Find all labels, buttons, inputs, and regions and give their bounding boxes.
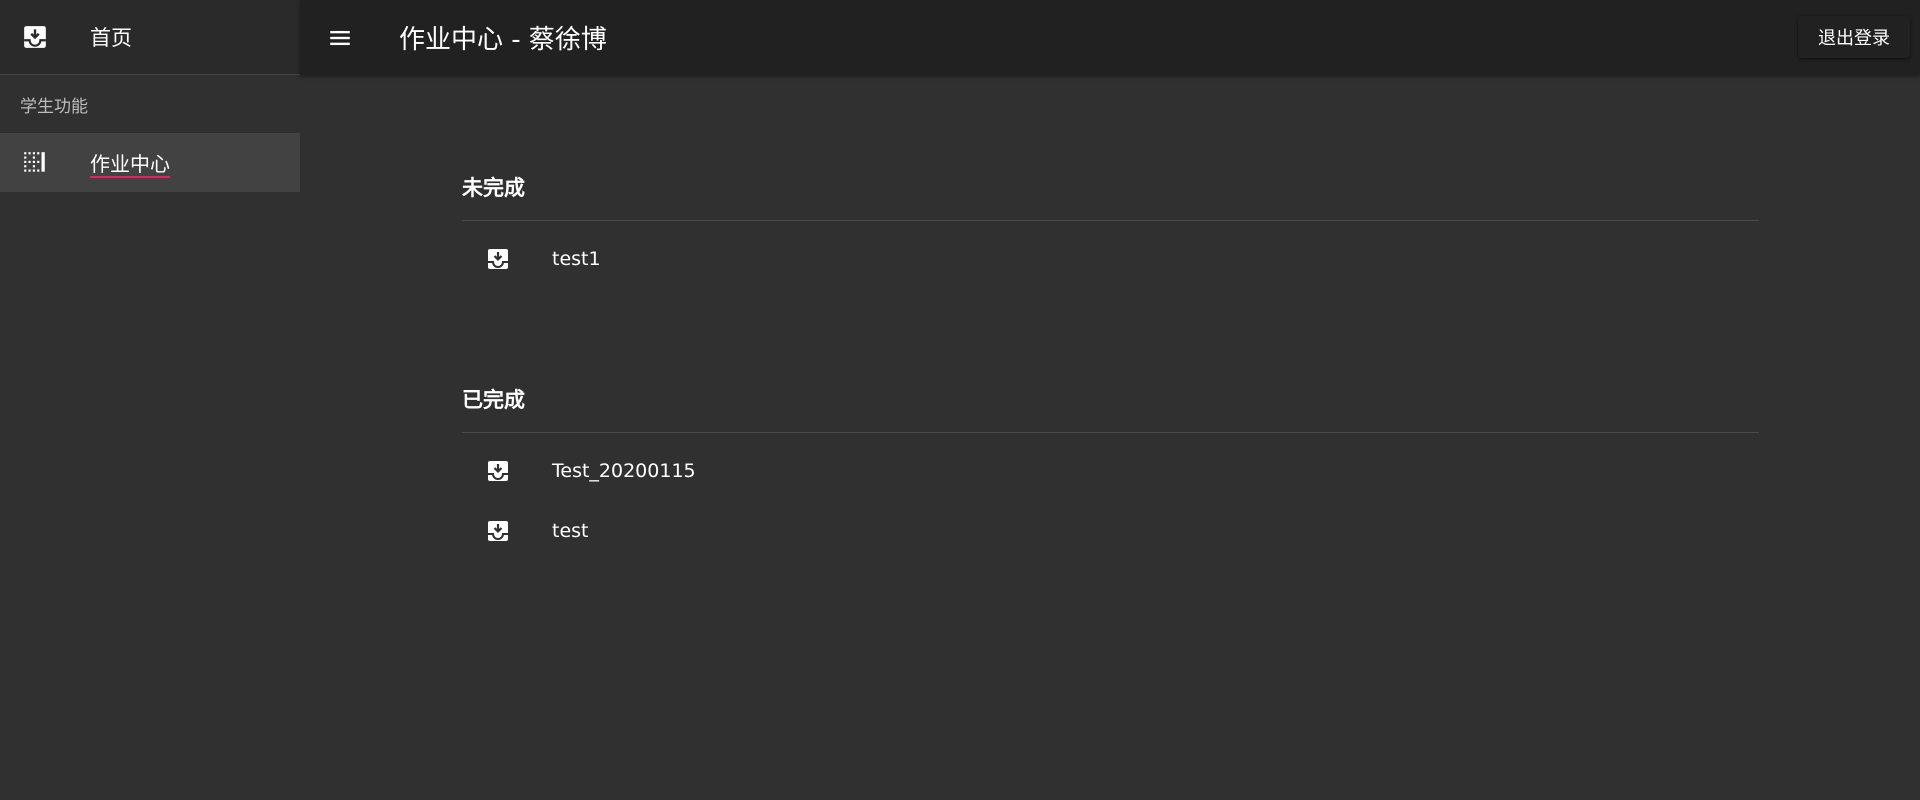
completed-group: 已完成 Test_20200115 test <box>462 379 1759 561</box>
page-title: 作业中心 - 蔡徐博 <box>399 25 607 55</box>
menu-icon <box>330 30 350 45</box>
assignment-item[interactable]: Test_20200115 <box>462 441 1759 501</box>
menu-button[interactable] <box>315 13 365 63</box>
assignment-label: Test_20200115 <box>552 460 696 482</box>
inbox-download-icon <box>20 22 50 52</box>
incomplete-group: 未完成 test1 <box>462 167 1759 289</box>
app-bar: 作业中心 - 蔡徐博 退出登录 <box>300 0 1920 75</box>
sidebar-home-item[interactable]: 首页 <box>0 0 300 75</box>
assignment-label: test <box>552 520 589 542</box>
divider <box>462 220 1759 221</box>
sidebar-home-label: 首页 <box>90 26 132 50</box>
sidebar-section-label: 学生功能 <box>20 96 88 117</box>
sidebar-item-label: 作业中心 <box>90 152 170 176</box>
inbox-download-icon <box>484 245 512 273</box>
assignment-label: test1 <box>552 248 601 270</box>
grid-dotted-icon <box>20 148 50 178</box>
logout-button[interactable]: 退出登录 <box>1798 16 1910 58</box>
group-title-incomplete: 未完成 <box>462 176 525 200</box>
inbox-download-icon <box>484 457 512 485</box>
assignment-item[interactable]: test1 <box>462 229 1759 289</box>
main-content: 未完成 test1 已完成 Test_20200115 test <box>462 75 1759 561</box>
inbox-download-icon <box>484 517 512 545</box>
sidebar: 首页 学生功能 作业中心 <box>0 0 300 800</box>
divider <box>462 432 1759 433</box>
sidebar-item-homework-center[interactable]: 作业中心 <box>0 133 300 192</box>
group-title-completed: 已完成 <box>462 388 525 412</box>
assignment-item[interactable]: test <box>462 501 1759 561</box>
